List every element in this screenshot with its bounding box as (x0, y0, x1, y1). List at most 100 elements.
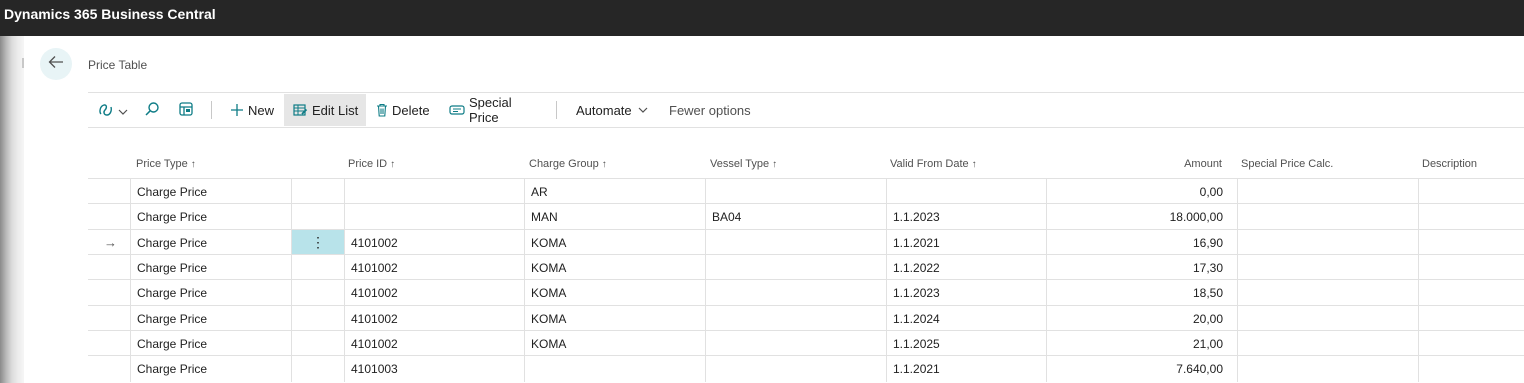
description-cell[interactable] (1418, 255, 1524, 280)
row-action-cell[interactable] (291, 306, 344, 331)
vessel-type-cell[interactable]: BA04 (705, 204, 886, 230)
description-cell[interactable] (1418, 179, 1524, 204)
amount-cell[interactable]: 17,30 (1046, 255, 1237, 280)
special-calc-header-label: Special Price Calc. (1241, 158, 1334, 170)
price-id-cell[interactable] (344, 179, 524, 204)
special-price-calc-cell[interactable] (1237, 204, 1418, 230)
price-id-cell[interactable]: 4101002 (344, 280, 524, 306)
special-price-calc-cell[interactable] (1237, 280, 1418, 306)
price-type-cell[interactable]: Charge Price (130, 179, 291, 204)
column-header-vessel-type[interactable]: Vessel Type ↑ (710, 150, 777, 178)
table-row[interactable]: Charge Price 4101002 KOMA 1.1.2022 17,30 (88, 254, 1524, 280)
amount-cell[interactable]: 18,50 (1046, 280, 1237, 306)
amount-cell[interactable]: 21,00 (1046, 331, 1237, 356)
special-price-calc-cell[interactable] (1237, 179, 1418, 204)
description-cell[interactable] (1418, 331, 1524, 356)
special-price-calc-cell[interactable] (1237, 306, 1418, 331)
row-action-cell[interactable] (291, 255, 344, 280)
charge-group-cell[interactable]: KOMA (524, 306, 705, 331)
price-type-cell[interactable]: Charge Price (130, 356, 291, 382)
amount-cell[interactable]: 0,00 (1046, 179, 1237, 204)
price-type-cell[interactable]: Charge Price (130, 280, 291, 306)
price-id-cell[interactable]: 4101002 (344, 230, 524, 255)
delete-button[interactable]: Delete (376, 94, 436, 126)
price-id-cell[interactable] (344, 204, 524, 230)
row-action-cell[interactable] (291, 356, 344, 382)
special-price-button[interactable]: Special Price (449, 94, 541, 126)
valid-from-cell[interactable]: 1.1.2022 (886, 255, 1046, 280)
row-action-cell[interactable] (291, 204, 344, 230)
price-type-cell[interactable]: Charge Price (130, 331, 291, 356)
charge-group-cell[interactable]: KOMA (524, 331, 705, 356)
edit-list-button[interactable]: Edit List (284, 94, 366, 126)
column-header-special-price-calc[interactable]: Special Price Calc. (1241, 150, 1333, 178)
valid-from-cell[interactable]: 1.1.2025 (886, 331, 1046, 356)
special-price-calc-cell[interactable] (1237, 230, 1418, 255)
automate-menu-button[interactable]: Automate (576, 94, 650, 126)
amount-cell[interactable]: 7.640,00 (1046, 356, 1237, 382)
amount-cell[interactable]: 18.000,00 (1046, 204, 1237, 230)
vessel-type-cell[interactable] (705, 255, 886, 280)
table-row[interactable]: Charge Price 4101002 KOMA 1.1.2025 21,00 (88, 330, 1524, 356)
price-id-cell[interactable]: 4101003 (344, 356, 524, 382)
price-type-cell[interactable]: Charge Price (130, 204, 291, 230)
row-action-cell[interactable] (291, 331, 344, 356)
price-id-cell[interactable]: 4101002 (344, 306, 524, 331)
price-id-cell[interactable]: 4101002 (344, 331, 524, 356)
price-type-cell[interactable]: Charge Price (130, 306, 291, 331)
row-action-cell[interactable]: ⋮ (291, 230, 344, 255)
charge-group-cell[interactable]: KOMA (524, 280, 705, 306)
charge-group-cell[interactable]: KOMA (524, 230, 705, 255)
charge-group-cell[interactable]: KOMA (524, 255, 705, 280)
price-id-cell[interactable]: 4101002 (344, 255, 524, 280)
valid-from-cell[interactable]: 1.1.2021 (886, 230, 1046, 255)
copilot-menu-button[interactable] (98, 94, 130, 126)
row-action-cell[interactable] (291, 179, 344, 204)
valid-from-cell[interactable] (886, 179, 1046, 204)
amount-cell[interactable]: 20,00 (1046, 306, 1237, 331)
special-price-calc-cell[interactable] (1237, 356, 1418, 382)
description-cell[interactable] (1418, 356, 1524, 382)
vessel-type-cell[interactable] (705, 331, 886, 356)
charge-group-cell[interactable]: MAN (524, 204, 705, 230)
description-cell[interactable] (1418, 230, 1524, 255)
analyze-button[interactable] (178, 94, 200, 126)
search-button[interactable] (144, 94, 166, 126)
description-cell[interactable] (1418, 280, 1524, 306)
price-type-cell[interactable]: Charge Price (130, 255, 291, 280)
table-row[interactable]: Charge Price 4101002 KOMA 1.1.2023 18,50 (88, 279, 1524, 306)
vessel-type-cell[interactable] (705, 179, 886, 204)
back-button[interactable] (40, 48, 72, 80)
table-row[interactable]: Charge Price 4101002 KOMA 1.1.2024 20,00 (88, 305, 1524, 331)
column-header-price-id[interactable]: Price ID ↑ (348, 150, 395, 178)
vessel-type-cell[interactable] (705, 280, 886, 306)
fewer-options-button[interactable]: Fewer options (669, 94, 755, 126)
column-header-amount[interactable]: Amount (1046, 150, 1222, 178)
column-header-charge-group[interactable]: Charge Group ↑ (529, 150, 607, 178)
charge-group-cell[interactable]: AR (524, 179, 705, 204)
description-cell[interactable] (1418, 306, 1524, 331)
valid-from-cell[interactable]: 1.1.2023 (886, 280, 1046, 306)
more-options-icon[interactable]: ⋮ (311, 234, 325, 251)
amount-cell[interactable]: 16,90 (1046, 230, 1237, 255)
row-action-cell[interactable] (291, 280, 344, 306)
valid-from-cell[interactable]: 1.1.2021 (886, 356, 1046, 382)
charge-group-cell[interactable] (524, 356, 705, 382)
description-cell[interactable] (1418, 204, 1524, 230)
vessel-type-cell[interactable] (705, 356, 886, 382)
special-price-calc-cell[interactable] (1237, 255, 1418, 280)
vessel-type-cell[interactable] (705, 230, 886, 255)
vessel-type-cell[interactable] (705, 306, 886, 331)
valid-from-cell[interactable]: 1.1.2023 (886, 204, 1046, 230)
table-row[interactable]: → Charge Price ⋮ 4101002 KOMA 1.1.2021 16,90 (88, 229, 1524, 255)
new-button[interactable]: New (222, 94, 280, 126)
table-row[interactable]: Charge Price AR 0,00 (88, 178, 1524, 204)
price-type-cell[interactable]: Charge Price (130, 230, 291, 255)
column-header-price-type[interactable]: Price Type ↑ (136, 150, 196, 178)
special-price-calc-cell[interactable] (1237, 331, 1418, 356)
valid-from-cell[interactable]: 1.1.2024 (886, 306, 1046, 331)
table-row[interactable]: Charge Price MAN BA04 1.1.2023 18.000,00 (88, 203, 1524, 230)
table-row[interactable]: Charge Price 4101003 1.1.2021 7.640,00 (88, 355, 1524, 382)
column-header-valid-from-date[interactable]: Valid From Date ↑ (890, 150, 977, 178)
column-header-description[interactable]: Description (1422, 150, 1477, 178)
